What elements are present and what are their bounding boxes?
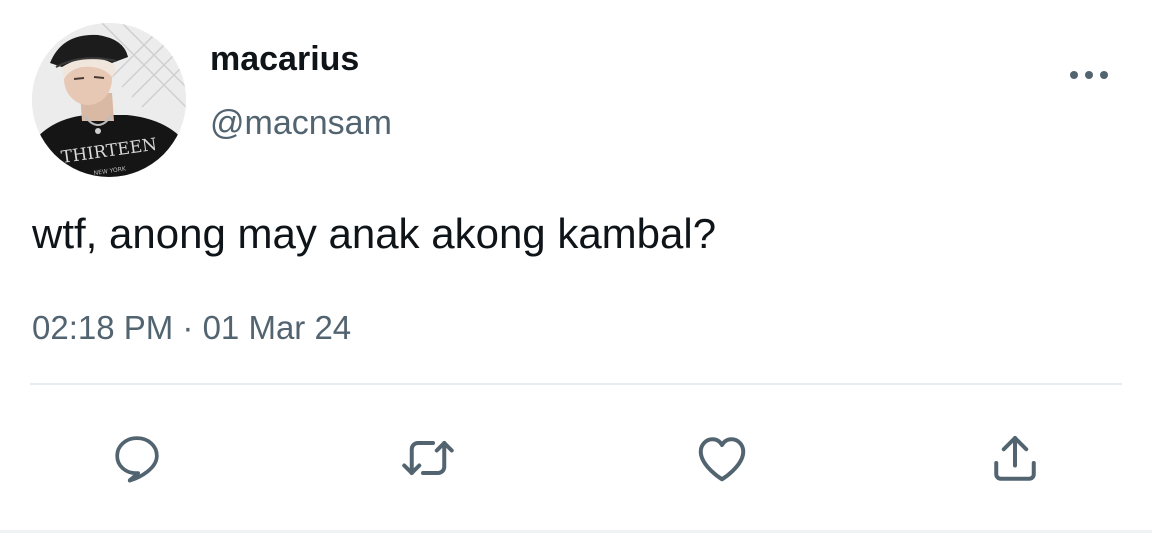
like-icon (698, 437, 746, 482)
avatar-image: THIRTEEN NEW YORK (32, 23, 186, 177)
display-name[interactable]: macarius (210, 40, 359, 79)
reply-button[interactable] (107, 428, 167, 488)
like-button[interactable] (692, 428, 752, 488)
retweet-icon (402, 441, 454, 475)
divider (30, 383, 1122, 385)
more-icon (1070, 71, 1108, 79)
bottom-border (0, 530, 1152, 533)
tweet-card: THIRTEEN NEW YORK macarius @macnsam wtf,… (0, 0, 1152, 549)
avatar[interactable]: THIRTEEN NEW YORK (32, 23, 186, 177)
tweet-text: wtf, anong may anak akong kambal? (32, 210, 717, 257)
share-icon (994, 436, 1036, 481)
tweet-timestamp[interactable]: 02:18 PM · 01 Mar 24 (32, 309, 351, 347)
retweet-button[interactable] (398, 428, 458, 488)
reply-icon (115, 436, 159, 483)
user-handle[interactable]: @macnsam (210, 104, 392, 143)
share-button[interactable] (985, 428, 1045, 488)
more-options-button[interactable] (1062, 60, 1116, 90)
